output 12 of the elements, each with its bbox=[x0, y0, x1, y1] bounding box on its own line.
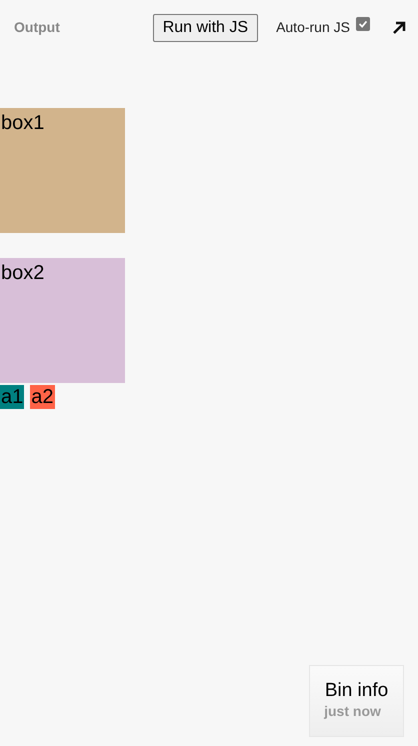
run-button[interactable]: Run with JS bbox=[152, 14, 258, 42]
bin-info-title: Bin info bbox=[324, 680, 388, 702]
colored-box: box2 bbox=[0, 258, 125, 383]
pop-out-arrow-icon[interactable] bbox=[392, 20, 406, 34]
autorun-checkbox[interactable] bbox=[356, 16, 370, 30]
bin-info-panel[interactable]: Bin info just now bbox=[309, 665, 404, 737]
inline-span: a1 bbox=[0, 385, 24, 409]
inline-span: a2 bbox=[30, 385, 54, 409]
bin-info-time: just now bbox=[324, 702, 381, 720]
colored-box: box1 bbox=[0, 108, 125, 233]
autorun-label: Auto-run JS bbox=[276, 18, 350, 37]
output-title: Output bbox=[14, 18, 60, 37]
